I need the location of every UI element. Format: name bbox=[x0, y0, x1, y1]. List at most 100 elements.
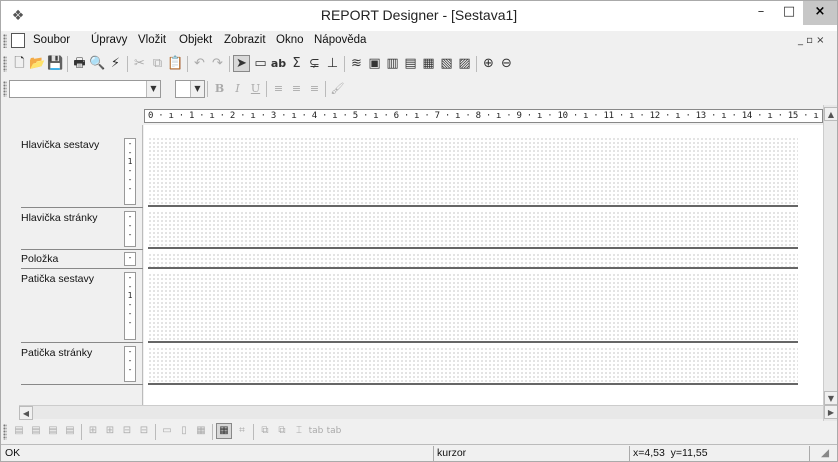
scroll-left-icon[interactable]: ◀ bbox=[19, 406, 33, 420]
print-preview-icon[interactable]: 🔍 bbox=[89, 55, 106, 72]
align-right-edges-icon[interactable]: ▤ bbox=[28, 423, 44, 439]
barcode-icon[interactable]: ▥ bbox=[384, 55, 401, 72]
toolbar-separator bbox=[229, 56, 230, 72]
resize-grip-icon[interactable]: ◢ bbox=[821, 447, 829, 459]
scroll-right-icon[interactable]: ▶ bbox=[824, 405, 837, 419]
format-painter-icon[interactable]: 🖌 bbox=[329, 81, 346, 97]
toolbar-separator bbox=[187, 56, 188, 72]
font-name-select[interactable]: ▼ bbox=[9, 80, 161, 98]
bottombar-grip[interactable] bbox=[3, 424, 7, 440]
frame-icon[interactable]: ▦ bbox=[420, 55, 437, 72]
tab-order-alt-icon[interactable]: tab bbox=[326, 423, 342, 439]
toolbar-separator bbox=[253, 424, 254, 440]
band-page-header[interactable] bbox=[148, 211, 798, 249]
align-center-button[interactable]: ≡ bbox=[288, 81, 305, 97]
scroll-down-icon[interactable]: ▼ bbox=[824, 391, 837, 405]
band-label-report-footer[interactable]: Patička sestavy bbox=[21, 273, 94, 285]
band-label-report-header[interactable]: Hlavička sestavy bbox=[21, 139, 99, 151]
send-back-icon[interactable]: ⧉ bbox=[274, 423, 290, 439]
align-top-edges-icon[interactable]: ▤ bbox=[45, 423, 61, 439]
bold-button[interactable]: B bbox=[211, 81, 228, 97]
tab-order-icon[interactable]: ⌶ bbox=[291, 423, 307, 439]
print-icon[interactable]: 🖶 bbox=[71, 55, 88, 72]
band-item[interactable] bbox=[148, 253, 798, 269]
toolbar-separator bbox=[344, 56, 345, 72]
align-left-button[interactable]: ≡ bbox=[270, 81, 287, 97]
menu-zobrazit[interactable]: Zobrazit bbox=[224, 34, 266, 46]
same-size-icon[interactable]: ▦ bbox=[193, 423, 209, 439]
align-left-edges-icon[interactable]: ▤ bbox=[11, 423, 27, 439]
align-bottom-edges-icon[interactable]: ▤ bbox=[62, 423, 78, 439]
zoom-in-icon[interactable]: ⊕ bbox=[480, 55, 497, 72]
band-label-item[interactable]: Položka bbox=[21, 253, 58, 265]
chevron-down-icon[interactable]: ▼ bbox=[146, 81, 160, 97]
save-icon[interactable]: 💾 bbox=[47, 55, 64, 72]
label-ab-icon[interactable]: ab bbox=[270, 55, 287, 72]
line-icon[interactable]: ⊥ bbox=[324, 55, 341, 72]
align-right-button[interactable]: ≡ bbox=[306, 81, 323, 97]
cut-icon[interactable]: ✂ bbox=[131, 55, 148, 72]
minimize-button[interactable]: – bbox=[747, 1, 775, 25]
band-icon[interactable]: ≋ bbox=[348, 55, 365, 72]
toolbar-grip[interactable] bbox=[3, 56, 7, 72]
space-evenly-v-icon[interactable]: ⊟ bbox=[136, 423, 152, 439]
scroll-up-icon[interactable]: ▲ bbox=[824, 107, 837, 121]
chart-icon[interactable]: ▧ bbox=[438, 55, 455, 72]
wizard-icon[interactable]: ⚡ bbox=[107, 55, 124, 72]
menu-okno[interactable]: Okno bbox=[276, 34, 304, 46]
sum-icon[interactable]: Σ bbox=[288, 55, 305, 72]
guides-icon[interactable]: ⌗ bbox=[234, 423, 250, 439]
band-vruler-page-header: - - - bbox=[124, 211, 136, 247]
menubar-grip[interactable] bbox=[3, 34, 7, 48]
underline-button[interactable]: U bbox=[247, 81, 264, 97]
close-button[interactable]: × bbox=[803, 1, 837, 25]
formatbar-grip[interactable] bbox=[3, 81, 7, 97]
open-icon[interactable]: 📂 bbox=[29, 55, 46, 72]
new-doc-icon[interactable]: 🗋 bbox=[11, 55, 28, 72]
band-labels-panel: Hlavička sestavy - - 1 - - - Hlavička st… bbox=[1, 125, 143, 405]
horizontal-scrollbar[interactable]: ◀ bbox=[19, 405, 823, 420]
grid-toggle-icon[interactable]: ▦ bbox=[216, 423, 232, 439]
undo-icon[interactable]: ↶ bbox=[191, 55, 208, 72]
band-label-page-footer[interactable]: Patička stránky bbox=[21, 347, 92, 359]
tab-icon[interactable]: tab bbox=[308, 423, 324, 439]
chevron-down-icon[interactable]: ▼ bbox=[190, 81, 204, 97]
toolbar-separator bbox=[325, 81, 326, 97]
formula-icon[interactable]: ⊊ bbox=[306, 55, 323, 72]
same-height-icon[interactable]: ▯ bbox=[176, 423, 192, 439]
design-canvas[interactable] bbox=[144, 125, 823, 405]
mdi-window-controls[interactable]: _ ▫ × bbox=[798, 35, 825, 46]
font-size-select[interactable]: ▼ bbox=[175, 80, 205, 98]
subreport-icon[interactable]: ▤ bbox=[402, 55, 419, 72]
select-arrow-icon[interactable]: ➤ bbox=[233, 55, 250, 72]
toolbar-separator bbox=[476, 56, 477, 72]
report-designer-window: ❖ REPORT Designer - [Sestava1] – □ × Sou… bbox=[0, 0, 838, 462]
italic-button[interactable]: I bbox=[229, 81, 246, 97]
object-icon[interactable]: ▨ bbox=[456, 55, 473, 72]
redo-icon[interactable]: ↷ bbox=[209, 55, 226, 72]
status-message: OK bbox=[5, 447, 21, 459]
copy-icon[interactable]: ⧉ bbox=[149, 55, 166, 72]
paste-icon[interactable]: 📋 bbox=[167, 55, 184, 72]
document-icon[interactable] bbox=[11, 33, 25, 48]
vertical-scrollbar[interactable]: ▲ ▼ ▶ bbox=[823, 105, 837, 421]
status-coordinates: x=4,53 y=11,55 bbox=[633, 447, 708, 459]
band-report-footer[interactable] bbox=[148, 273, 798, 343]
menu-soubor[interactable]: Soubor bbox=[33, 34, 70, 46]
text-field-icon[interactable]: ▭ bbox=[252, 55, 269, 72]
center-horizontal-icon[interactable]: ⊞ bbox=[85, 423, 101, 439]
same-width-icon[interactable]: ▭ bbox=[159, 423, 175, 439]
band-label-page-header[interactable]: Hlavička stránky bbox=[21, 212, 97, 224]
menu-vlozit[interactable]: Vložit bbox=[138, 34, 166, 46]
band-page-footer[interactable] bbox=[148, 347, 798, 385]
band-report-header[interactable] bbox=[148, 137, 798, 207]
menu-objekt[interactable]: Objekt bbox=[179, 34, 212, 46]
bring-front-icon[interactable]: ⧉ bbox=[257, 423, 273, 439]
menu-upravy[interactable]: Úpravy bbox=[91, 34, 127, 46]
image-icon[interactable]: ▣ bbox=[366, 55, 383, 72]
maximize-button[interactable]: □ bbox=[775, 1, 803, 25]
menu-napoveda[interactable]: Nápověda bbox=[314, 34, 366, 46]
center-vertical-icon[interactable]: ⊞ bbox=[102, 423, 118, 439]
zoom-out-icon[interactable]: ⊖ bbox=[498, 55, 515, 72]
space-evenly-h-icon[interactable]: ⊟ bbox=[119, 423, 135, 439]
